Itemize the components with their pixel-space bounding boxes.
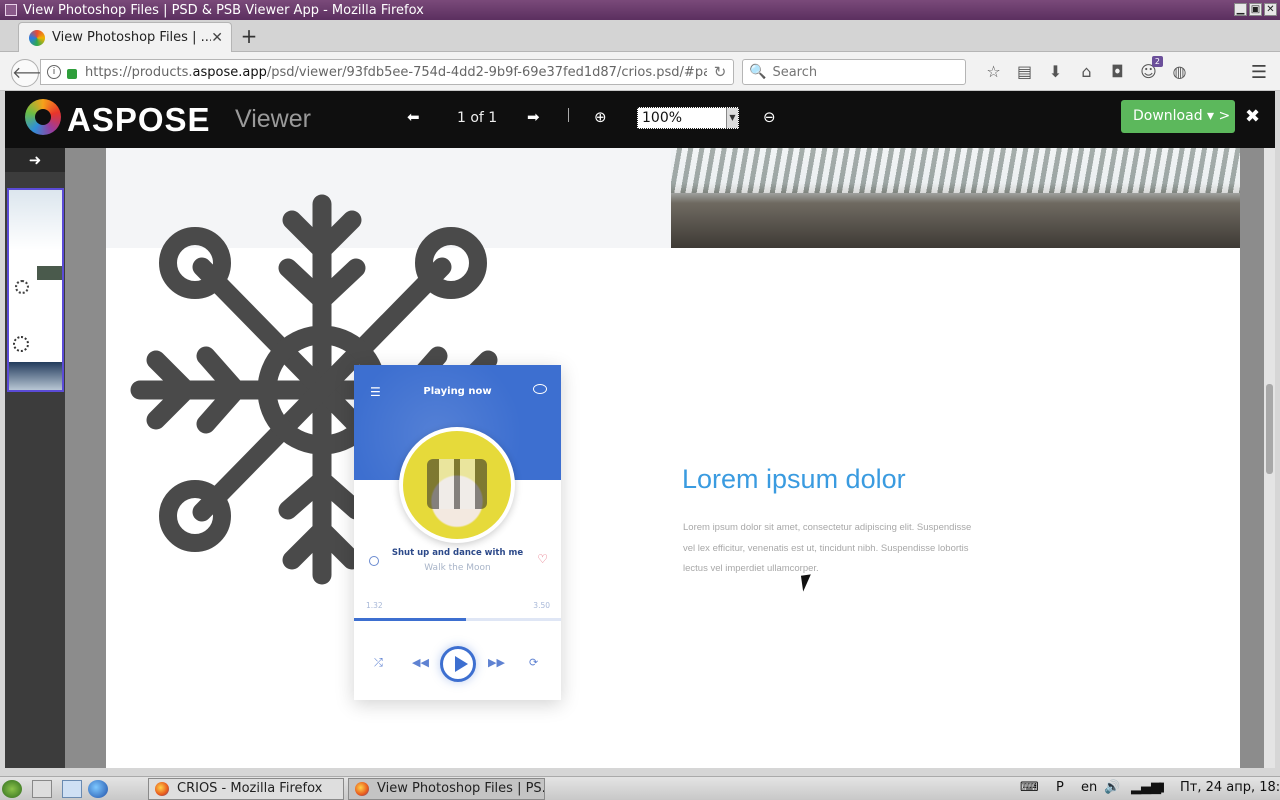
window-titlebar: View Photoshop Files | PSD & PSB Viewer … [0,0,1280,20]
document-canvas: ☰ Playing now Shut up and dance with me … [106,148,1240,768]
player-eye-icon [533,384,547,394]
sidebar-toggle-icon[interactable]: ➜ [5,148,65,172]
file-manager-icon[interactable] [32,780,52,798]
headline: Lorem ipsum dolor [682,464,906,494]
heart-icon: ♡ [537,552,548,566]
search-bar[interactable]: 🔍 [742,59,966,85]
toolbar-divider [568,108,569,122]
progress-bar [354,618,561,621]
playing-now-label: Playing now [423,386,492,397]
clock: Пт, 24 апр, 18:45 [1180,780,1280,795]
repeat-icon: ⟳ [529,656,539,669]
addon-badge: 2 [1151,56,1163,67]
back-button[interactable]: 🡐 [11,59,55,87]
zoom-value: 100% [642,110,683,126]
tray-p-icon[interactable]: P [1056,780,1064,795]
vertical-scrollbar[interactable] [1264,148,1275,768]
time-total: 3.50 [533,601,550,610]
snowy-field-photo [671,148,1240,248]
zoom-select[interactable]: 100% ▼ [637,107,739,129]
viewer-gutter-right [1240,148,1264,768]
tab-title: View Photoshop Files | ... [52,30,212,45]
battery-icon[interactable]: ▮ [1158,780,1165,795]
volume-icon[interactable]: 🔊 [1104,780,1120,795]
zoom-out-icon[interactable]: ⊖ [763,108,776,126]
window-title: View Photoshop Files | PSD & PSB Viewer … [23,2,424,18]
aspose-logo-icon [25,99,61,135]
aspose-favicon-icon [29,29,45,46]
page-thumbnail[interactable] [7,188,64,392]
search-icon: 🔍 [749,64,767,80]
start-menu-icon[interactable] [2,780,22,798]
url-bar[interactable]: i https://products.aspose.app/psd/viewer… [40,59,734,85]
taskbar-item-viewer[interactable]: View Photoshop Files | PS... [348,778,545,800]
firefox-icon [355,782,369,796]
site-info-icon[interactable]: i [47,65,61,79]
viewer-header: ASPOSE Viewer ⬅ 1 of 1 ➡ ⊕ 100% ▼ ⊖ Down… [5,91,1275,148]
viewer-title: Viewer [235,105,311,133]
shuffle-icon: ⤮ [374,656,383,669]
maximize-button[interactable]: ▣ [1249,3,1262,16]
play-icon [440,646,476,682]
zoom-in-icon[interactable]: ⊕ [594,108,607,126]
pocket-icon[interactable]: ◘ [1102,60,1133,84]
language-indicator[interactable]: en [1081,780,1097,795]
thumbnail-sidebar: ➜ [5,148,65,768]
home-icon[interactable]: ⌂ [1071,60,1102,84]
rewind-icon: ◀◀ [412,656,429,669]
close-viewer-icon[interactable]: ✖ [1245,106,1260,127]
firefox-window-icon [5,4,17,16]
page-indicator: 1 of 1 [457,110,498,126]
album-cover [399,427,515,543]
progress-fill [354,618,466,621]
viewer-gutter-left [65,148,106,768]
navigation-toolbar: 🡐 i https://products.aspose.app/psd/view… [0,52,1280,91]
body-paragraph: Lorem ipsum dolor sit amet, consectetur … [683,522,972,574]
time-elapsed: 1.32 [366,601,383,610]
tab-close-icon[interactable]: ✕ [211,30,223,46]
player-controls: ⤮ ◀◀ ▶▶ ⟳ [354,646,561,682]
url-text[interactable]: https://products.aspose.app/psd/viewer/9… [85,65,707,80]
secure-lock-icon [67,69,77,79]
vpn-globe-icon[interactable]: ◍ [1164,60,1195,84]
mouse-cursor-icon [800,574,814,592]
window-close-button[interactable]: ✕ [1264,3,1277,16]
aspose-brand: ASPOSE [67,101,211,138]
taskbar-item-crios[interactable]: CRIOS - Mozilla Firefox [148,778,344,800]
firefox-icon [155,782,169,796]
scrollbar-thumb[interactable] [1266,384,1273,474]
zoom-dropdown-arrow-icon[interactable]: ▼ [726,108,738,128]
reload-icon[interactable]: ↻ [707,63,733,81]
network-icon[interactable]: ▂▄▆ [1131,780,1161,795]
addon-icon[interactable]: ☺ 2 [1133,56,1164,84]
new-tab-button[interactable]: + [238,24,260,48]
tab-aspose-viewer[interactable]: View Photoshop Files | ... ✕ [18,22,232,52]
music-player-card: ☰ Playing now Shut up and dance with me … [354,365,561,700]
taskbar: CRIOS - Mozilla Firefox View Photoshop F… [0,776,1280,800]
next-page-icon[interactable]: ➡ [527,108,540,126]
browser-launcher-icon[interactable] [88,780,108,798]
search-input[interactable] [772,64,953,80]
download-button[interactable]: Download ▾ > [1121,100,1235,133]
previous-page-icon[interactable]: ⬅ [407,108,420,126]
bookmark-star-icon[interactable]: ☆ [978,60,1009,84]
fast-forward-icon: ▶▶ [488,656,505,669]
artist-name: Walk the Moon [424,563,491,573]
hamburger-menu-icon[interactable]: ☰ [1251,62,1267,83]
song-title: Shut up and dance with me [391,548,524,558]
tab-strip: View Photoshop Files | ... ✕ + [0,20,1280,52]
downloads-icon[interactable]: ⬇ [1040,60,1071,84]
keyboard-layout-icon[interactable]: ⌨ [1020,780,1039,795]
minimize-button[interactable]: ▁ [1234,3,1247,16]
desktop-icon[interactable] [62,780,82,798]
reading-list-icon[interactable]: ▤ [1009,60,1040,84]
